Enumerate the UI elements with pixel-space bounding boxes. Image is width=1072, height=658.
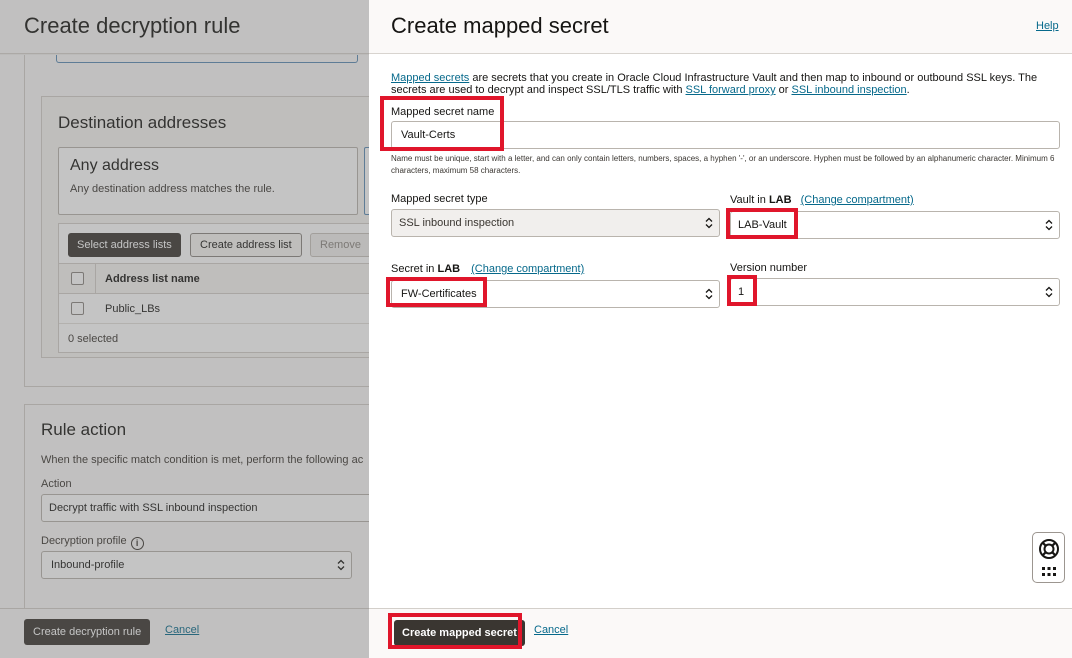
intro-text-2: or — [775, 84, 792, 96]
panel-title: Create mapped secret — [391, 13, 609, 38]
version-number-label: Version number — [730, 262, 808, 274]
secret-label: Secret in LAB (Change compartment) — [391, 263, 584, 275]
mapped-secret-name-label: Mapped secret name — [391, 106, 495, 118]
chevron-updown-icon — [1045, 219, 1053, 231]
vault-change-compartment-link[interactable]: (Change compartment) — [801, 194, 914, 206]
intro-text-3: . — [906, 84, 910, 96]
create-mapped-secret-panel: Create mapped secret Help Mapped secrets… — [369, 0, 1072, 658]
secret-compartment: LAB — [437, 263, 461, 275]
background-page: Create decryption rule Destination addre… — [0, 0, 369, 658]
mapped-secret-type-select[interactable]: SSL inbound inspection — [391, 209, 720, 237]
lifebuoy-icon — [1039, 539, 1059, 559]
panel-header: Create mapped secret Help — [369, 0, 1072, 54]
create-mapped-secret-button[interactable]: Create mapped secret — [394, 620, 525, 646]
secret-select[interactable]: FW-Certificates — [391, 280, 720, 308]
intro-text: Mapped secrets are secrets that you crea… — [391, 72, 1056, 96]
name-hint: Name must be unique, start with a letter… — [391, 154, 1055, 175]
panel-cancel-link[interactable]: Cancel — [534, 624, 568, 636]
mapped-secret-type-label: Mapped secret type — [391, 193, 488, 205]
help-link[interactable]: Help — [1036, 20, 1059, 32]
secret-label-prefix: Secret in — [391, 263, 438, 275]
ssl-inbound-inspection-link[interactable]: SSL inbound inspection — [791, 84, 906, 96]
chevron-updown-icon — [705, 288, 713, 300]
modal-overlay[interactable] — [0, 0, 369, 658]
version-number-select[interactable]: 1 — [730, 278, 1060, 306]
grid-icon — [1042, 567, 1056, 576]
panel-footer: Create mapped secret Cancel — [369, 608, 1072, 658]
chevron-updown-icon — [1045, 286, 1053, 298]
mapped-secrets-link[interactable]: Mapped secrets — [391, 72, 469, 84]
vault-value: LAB-Vault — [738, 219, 787, 231]
secret-value: FW-Certificates — [401, 288, 477, 300]
help-widget[interactable] — [1032, 532, 1065, 583]
vault-compartment: LAB — [768, 194, 792, 206]
ssl-forward-proxy-link[interactable]: SSL forward proxy — [686, 84, 776, 96]
vault-label-prefix: Vault in — [730, 194, 769, 206]
vault-label: Vault in LAB (Change compartment) — [730, 194, 914, 206]
mapped-secret-type-value: SSL inbound inspection — [399, 217, 515, 229]
vault-select[interactable]: LAB-Vault — [730, 211, 1060, 239]
version-number-value: 1 — [738, 286, 745, 298]
chevron-updown-icon — [705, 217, 713, 229]
mapped-secret-name-input[interactable]: Vault-Certs — [391, 121, 1060, 149]
secret-change-compartment-link[interactable]: (Change compartment) — [471, 263, 584, 275]
